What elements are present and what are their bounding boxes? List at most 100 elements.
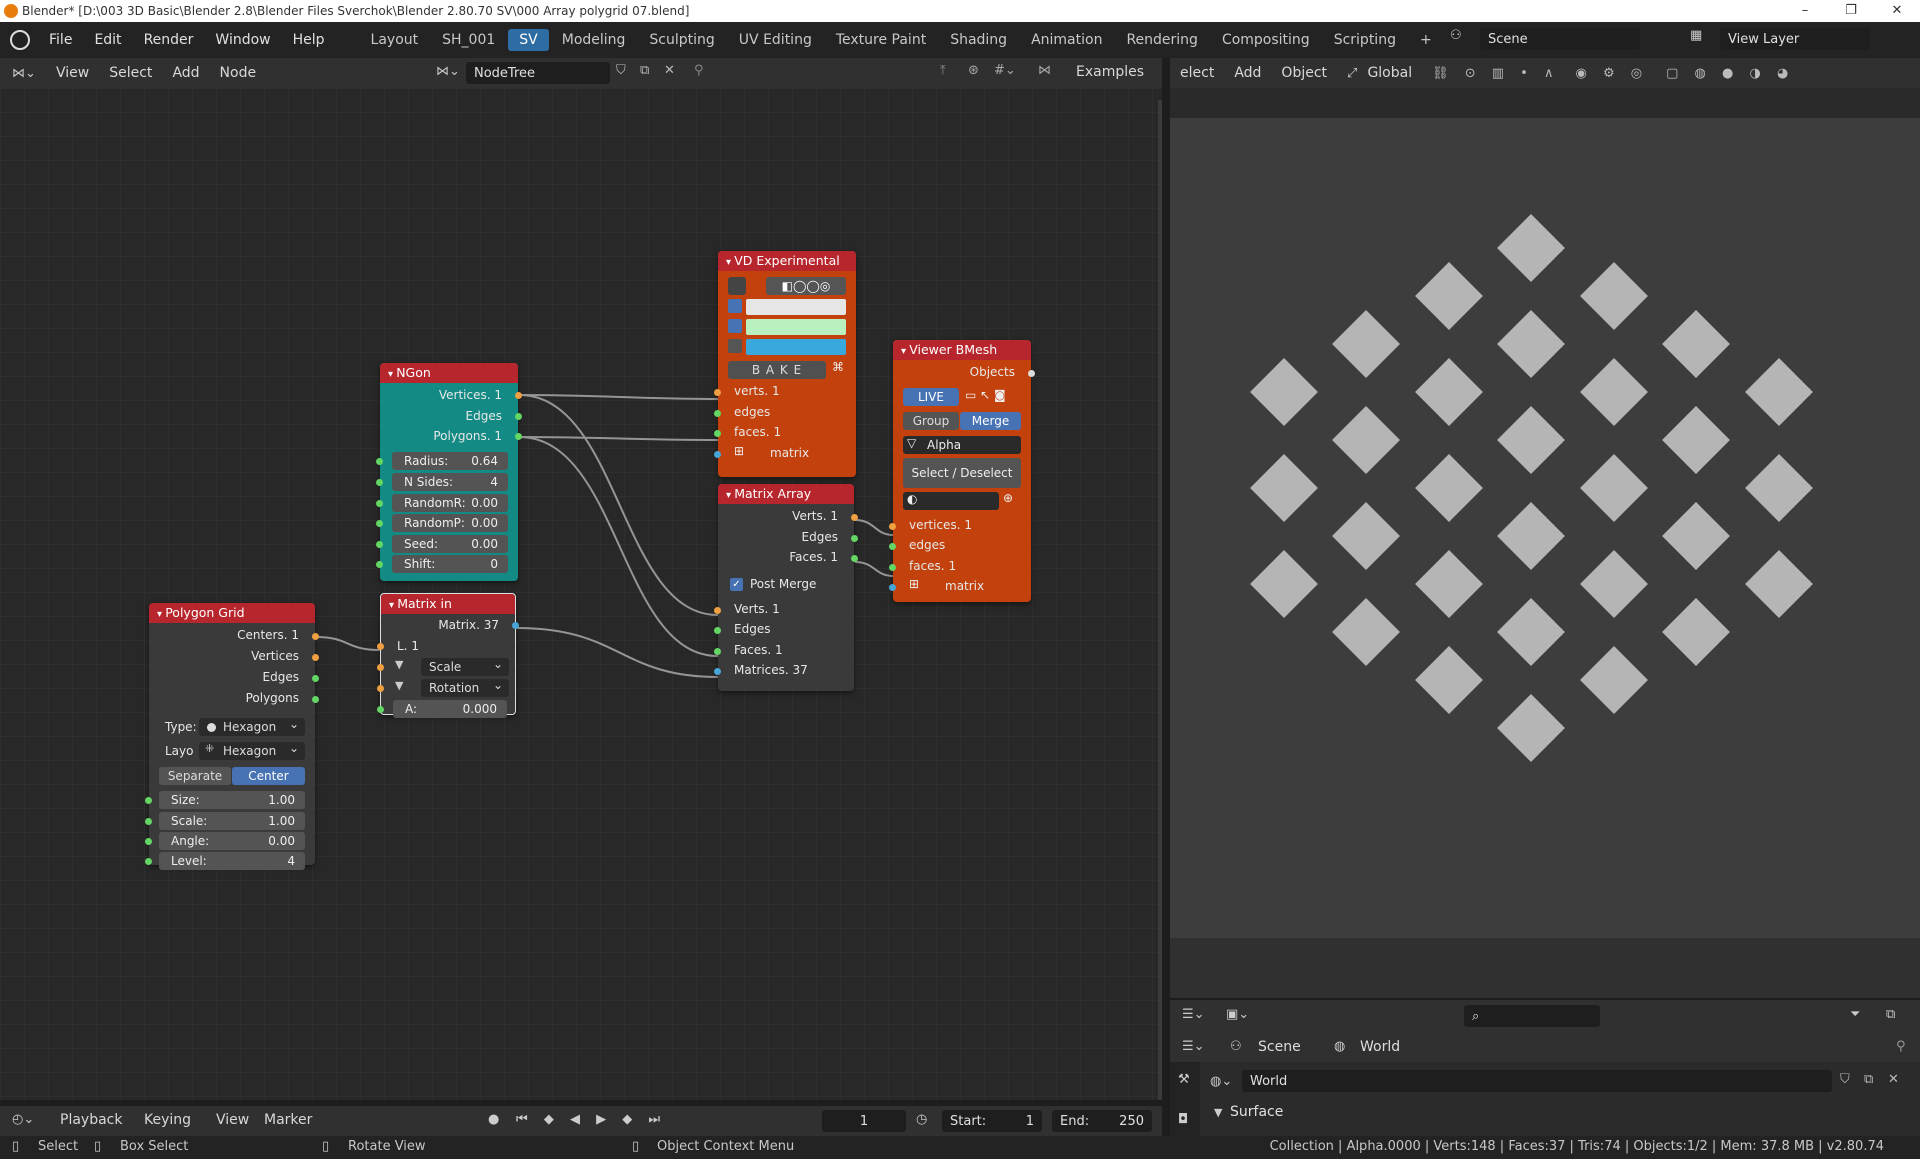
- viewer-socket-matrix[interactable]: [889, 584, 896, 591]
- pin-icon[interactable]: ⚲: [694, 63, 704, 78]
- tab-uv-editing[interactable]: UV Editing: [728, 29, 823, 51]
- world-new-icon[interactable]: ⧉: [1864, 1072, 1873, 1087]
- viewer-live-button[interactable]: LIVE: [903, 388, 959, 406]
- blender-menu-icon[interactable]: [10, 30, 30, 50]
- overlay-icons[interactable]: ◉ ⚙ ◎: [1576, 66, 1649, 81]
- examples-menu[interactable]: Examples: [1066, 64, 1154, 80]
- surface-panel-title[interactable]: Surface: [1230, 1104, 1283, 1120]
- select-deselect-button[interactable]: Select / Deselect: [903, 458, 1021, 488]
- filter-icon[interactable]: ⏷: [1850, 1007, 1860, 1022]
- menu-render[interactable]: Render: [133, 32, 205, 48]
- current-frame-field[interactable]: 1: [822, 1110, 906, 1132]
- world-field[interactable]: World: [1242, 1070, 1832, 1092]
- tab-scripting[interactable]: Scripting: [1323, 29, 1407, 51]
- render-tab-icon[interactable]: ◘: [1178, 1112, 1188, 1127]
- viewer-merge-button[interactable]: Merge: [960, 412, 1021, 430]
- vd-node-header[interactable]: VD Experimental: [718, 251, 856, 271]
- ngon-socket-radius[interactable]: [376, 458, 383, 465]
- grid-layout-dropdown[interactable]: Hexagon: [199, 739, 305, 760]
- viewport-menu-add[interactable]: Add: [1224, 65, 1271, 81]
- array-socket-in-faces[interactable]: [714, 648, 721, 655]
- record-icon[interactable]: ●: [488, 1112, 499, 1127]
- array-socket-out-faces[interactable]: [851, 555, 858, 562]
- viewport-menu-object[interactable]: Object: [1271, 65, 1337, 81]
- grid-socket-polygons[interactable]: [312, 696, 319, 703]
- menu-edit[interactable]: Edit: [83, 32, 132, 48]
- scale-expand-icon[interactable]: ▼: [395, 658, 403, 671]
- timeline-menu-playback[interactable]: Playback: [50, 1112, 132, 1128]
- node-tree-field[interactable]: NodeTree: [466, 62, 610, 84]
- ngon-socket-nsides[interactable]: [376, 479, 383, 486]
- start-frame-field[interactable]: Start: 1: [942, 1110, 1042, 1132]
- grid-socket-scale[interactable]: [145, 818, 152, 825]
- polygon-grid-node-header[interactable]: Polygon Grid: [149, 603, 315, 623]
- add-workspace-button[interactable]: +: [1409, 29, 1443, 51]
- vd-edge-color[interactable]: [746, 319, 846, 335]
- vd-face-color[interactable]: [746, 339, 846, 355]
- node-menu-select[interactable]: Select: [99, 65, 162, 81]
- outliner-editor-icon[interactable]: ☰⌄: [1182, 1007, 1205, 1022]
- tab-layout[interactable]: Layout: [360, 29, 430, 51]
- ngon-socket-shift[interactable]: [376, 561, 383, 568]
- post-merge-checkbox[interactable]: ✓: [730, 578, 743, 591]
- outliner-search-field[interactable]: ⌕: [1464, 1005, 1600, 1027]
- viewer-socket-vertices[interactable]: [889, 523, 896, 530]
- snap-icon[interactable]: ⊛: [968, 63, 979, 78]
- grid-level-slider[interactable]: Level: 4: [159, 852, 305, 870]
- outliner-display-icon[interactable]: ▣⌄: [1226, 1007, 1249, 1022]
- matrix-in-socket-l[interactable]: [377, 643, 384, 650]
- snap-grid-icon[interactable]: #⌄: [994, 63, 1016, 78]
- viewer-bmesh-node[interactable]: Viewer BMesh Objects LIVE ▭ ↖ ◙ Group Me…: [889, 340, 1035, 602]
- properties-pin-icon[interactable]: ⚲: [1896, 1039, 1906, 1054]
- node-editor-scrollbar[interactable]: [1158, 100, 1162, 1100]
- node-tree-icon[interactable]: ⋈⌄: [436, 64, 460, 79]
- vd-extra-icon[interactable]: ⌘: [832, 360, 844, 374]
- viewer-socket-objects[interactable]: [1028, 370, 1035, 377]
- vd-vertex-toggle-icon[interactable]: [728, 299, 742, 313]
- ngon-socket-seed[interactable]: [376, 541, 383, 548]
- shading-mode-icons[interactable]: ▢ ◍ ● ◑ ◕: [1666, 66, 1794, 81]
- material-add-icon[interactable]: ⊕: [1003, 491, 1013, 505]
- grid-socket-edges[interactable]: [312, 675, 319, 682]
- snapping-icons[interactable]: ⛓ ⊙ ▥ • ∧: [1432, 66, 1559, 81]
- sverchok-icon[interactable]: ⋈: [1038, 63, 1051, 78]
- 3d-viewport[interactable]: [1170, 88, 1920, 998]
- timeline-editor-icon[interactable]: ◴⌄: [12, 1112, 34, 1127]
- array-socket-out-verts[interactable]: [851, 514, 858, 521]
- viewport-menu-select[interactable]: elect: [1170, 65, 1224, 81]
- node-editor-canvas[interactable]: NGon Vertices. 1 Edges Polygons. 1 Radiu…: [0, 88, 1162, 1100]
- transform-orientation-dropdown[interactable]: Global: [1357, 65, 1422, 81]
- tab-texture-paint[interactable]: Texture Paint: [825, 29, 937, 51]
- matrix-in-node[interactable]: Matrix in Matrix. 37 L. 1 Scale Rotation…: [377, 593, 519, 718]
- vd-socket-matrix[interactable]: [714, 451, 721, 458]
- vd-bake-button[interactable]: B A K E: [728, 361, 826, 379]
- grid-socket-centers[interactable]: [312, 633, 319, 640]
- viewer-group-button[interactable]: Group: [903, 412, 959, 430]
- ngon-shift-slider[interactable]: Shift: 0: [392, 555, 508, 573]
- fake-user-icon[interactable]: ⛉: [616, 63, 626, 78]
- viewer-alpha-field[interactable]: Alpha: [903, 436, 1021, 454]
- view-layer-field[interactable]: View Layer: [1720, 28, 1870, 50]
- scene-icon[interactable]: ⚇: [1450, 28, 1474, 50]
- ngon-randomp-slider[interactable]: RandomP: 0.00: [392, 514, 508, 532]
- viewer-display-icons[interactable]: ▭ ↖ ◙: [965, 388, 1006, 402]
- matrix-in-rotation-dropdown[interactable]: Rotation: [421, 676, 509, 697]
- vd-edge-toggle-icon[interactable]: [728, 319, 742, 333]
- preview-range-icon[interactable]: ◷: [916, 1112, 927, 1127]
- node-menu-node[interactable]: Node: [210, 65, 267, 81]
- grid-socket-size[interactable]: [145, 797, 152, 804]
- editor-type-icon[interactable]: ⋈⌄: [12, 66, 46, 81]
- view-layer-icon[interactable]: ▦: [1690, 28, 1714, 50]
- menu-window[interactable]: Window: [204, 32, 281, 48]
- ngon-socket-edges[interactable]: [515, 413, 522, 420]
- viewer-node-header[interactable]: Viewer BMesh: [893, 340, 1031, 360]
- close-window-button[interactable]: ✕: [1874, 0, 1920, 22]
- grid-separate-button[interactable]: Separate: [159, 767, 231, 785]
- grid-scale-slider[interactable]: Scale: 1.00: [159, 812, 305, 830]
- new-tree-icon[interactable]: ⧉: [640, 63, 649, 78]
- node-menu-view[interactable]: View: [46, 65, 99, 81]
- properties-editor-icon[interactable]: ☰⌄: [1182, 1039, 1205, 1054]
- menu-help[interactable]: Help: [282, 32, 336, 48]
- ngon-socket-randomr[interactable]: [376, 500, 383, 507]
- ngon-socket-polygons[interactable]: [515, 433, 522, 440]
